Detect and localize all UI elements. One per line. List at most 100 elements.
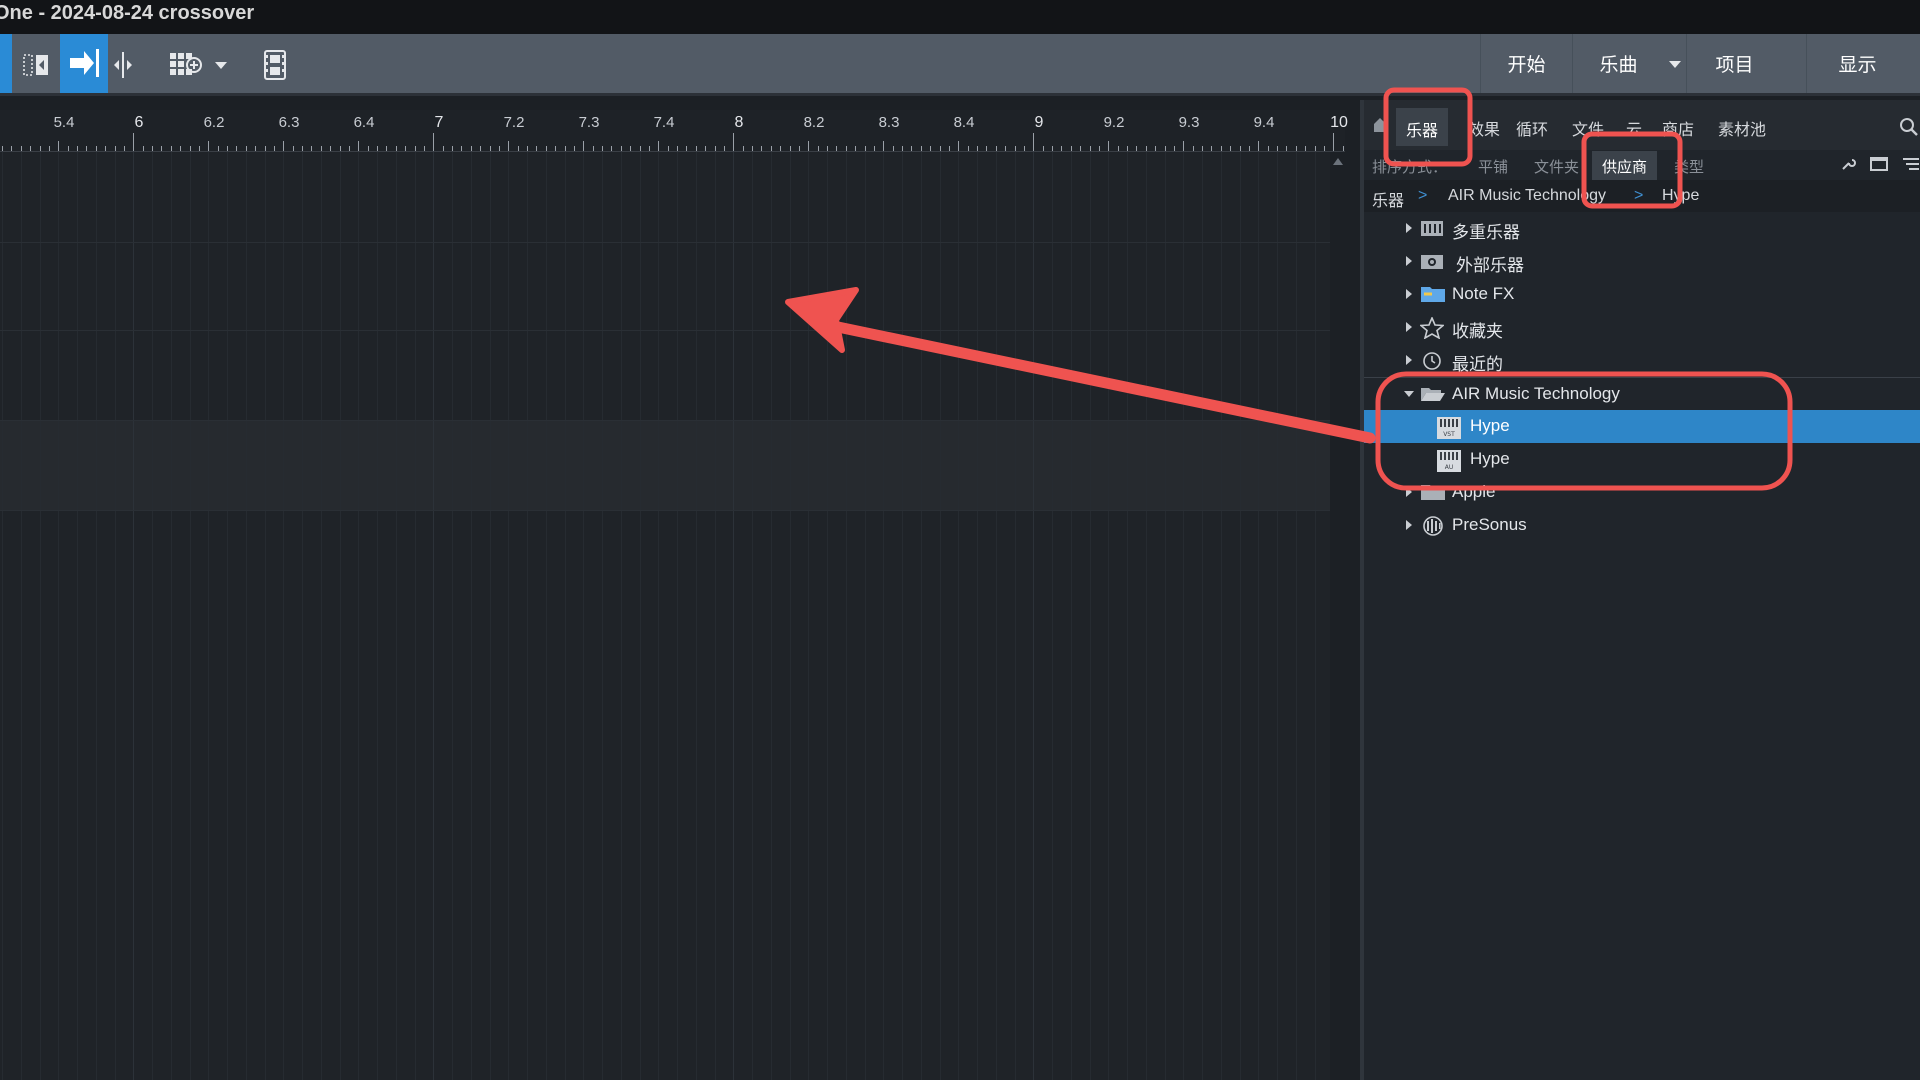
- grid-line: [771, 152, 772, 1080]
- grid-line: [865, 152, 866, 1080]
- arrange-view[interactable]: [0, 152, 1330, 1080]
- ruler-tick: [124, 146, 125, 151]
- sort-type-option[interactable]: 类型: [1674, 156, 1704, 177]
- split-center-icon: [114, 52, 132, 78]
- scroll-up-icon[interactable]: [1333, 158, 1343, 165]
- tree-item-apple[interactable]: Apple: [1364, 476, 1920, 509]
- snap-to-cursor-button[interactable]: [60, 34, 108, 93]
- tree-item-label: 多重乐器: [1452, 223, 1520, 242]
- timeline-ruler[interactable]: 5.4 6 6.2 6.3 6.4 7 7.2 7.3 7.4 8 8.2 8.3 8.4 9 9.2 9.3…: [0, 110, 1348, 152]
- nav-song-dropdown[interactable]: [1664, 34, 1686, 93]
- tree-item-multi-instruments[interactable]: 多重乐器: [1364, 212, 1920, 245]
- tree-item-recent[interactable]: 最近的: [1364, 344, 1920, 377]
- selected-track-lane[interactable]: [0, 420, 1330, 510]
- ruler-tick: [293, 146, 294, 151]
- sort-folder-option[interactable]: 文件夹: [1534, 156, 1579, 177]
- tab-shop[interactable]: 商店: [1662, 116, 1694, 140]
- tab-pool[interactable]: 素材池: [1718, 116, 1766, 140]
- grid-line: [1090, 152, 1091, 1080]
- ruler-label: 9.3: [1178, 114, 1200, 131]
- wrench-icon[interactable]: [1840, 156, 1856, 172]
- ruler-tick: [1221, 146, 1222, 151]
- grid-line: [1071, 152, 1072, 1080]
- tree-item-favorites[interactable]: 收藏夹: [1364, 311, 1920, 344]
- breadcrumb-item[interactable]: Hype: [1662, 187, 1699, 205]
- ruler-label: 8.3: [878, 114, 900, 131]
- tree-item-external-instruments[interactable]: 外部乐器: [1364, 245, 1920, 278]
- home-icon[interactable]: [1372, 114, 1386, 134]
- tab-effects[interactable]: 效果: [1468, 116, 1500, 140]
- ruler-tick: [40, 146, 41, 151]
- grid-line: [1240, 152, 1241, 1080]
- ruler-label: 6.2: [203, 114, 225, 131]
- search-icon[interactable]: [1898, 116, 1920, 138]
- ruler-tick: [1249, 146, 1250, 151]
- tab-files[interactable]: 文件: [1572, 116, 1604, 140]
- ruler-tick: [508, 141, 509, 151]
- ruler-tick: [583, 141, 584, 151]
- tab-label: 商店: [1662, 122, 1695, 139]
- tree-item-hype-au[interactable]: AU Hype: [1364, 443, 1920, 476]
- nav-project-button[interactable]: 项目: [1686, 34, 1782, 93]
- grid-line: [958, 152, 959, 1080]
- nav-song-label: 乐曲: [1599, 55, 1638, 76]
- expand-arrow-icon[interactable]: [1406, 520, 1412, 530]
- arrange-vertical-scrollbar[interactable]: [1330, 152, 1345, 1080]
- expand-arrow-icon[interactable]: [1406, 487, 1412, 497]
- tab-loops[interactable]: 循环: [1516, 116, 1548, 140]
- video-button[interactable]: [258, 44, 292, 86]
- grid-line: [883, 152, 884, 1080]
- tab-instruments[interactable]: 乐器: [1396, 108, 1449, 146]
- ruler-tick: [152, 146, 153, 151]
- tree-item-label: 最近的: [1452, 355, 1503, 374]
- grid-line: [977, 152, 978, 1080]
- ruler-tick: [433, 133, 434, 151]
- expand-arrow-icon[interactable]: [1406, 355, 1412, 365]
- expand-arrow-icon[interactable]: [1406, 322, 1412, 332]
- ruler-label: 8: [734, 114, 744, 131]
- grid-line: [621, 152, 622, 1080]
- expand-arrow-icon[interactable]: [1406, 289, 1412, 299]
- tree-item-label: 外部乐器: [1456, 256, 1524, 275]
- tree-item-presonus[interactable]: PreSonus: [1364, 509, 1920, 542]
- ruler-label: 8.2: [803, 114, 825, 131]
- tool-partial-button[interactable]: [0, 34, 12, 93]
- ruler-tick: [640, 146, 641, 151]
- list-view-icon[interactable]: [1902, 156, 1920, 172]
- sort-flat-option[interactable]: 平铺: [1478, 156, 1508, 177]
- ruler-tick: [771, 146, 772, 151]
- ruler-tick: [461, 146, 462, 151]
- expand-arrow-icon[interactable]: [1406, 223, 1412, 233]
- ruler-tick: [602, 146, 603, 151]
- tree-item-hype-vst[interactable]: VST Hype: [1364, 410, 1920, 443]
- collapse-arrow-icon[interactable]: [1404, 391, 1414, 397]
- split-tool-button[interactable]: [18, 44, 54, 86]
- ruler-tick: [208, 141, 209, 151]
- grid-dropdown-button[interactable]: [210, 44, 232, 86]
- grid-line: [583, 152, 584, 1080]
- grid-line: [1108, 152, 1109, 1080]
- ruler-tick: [1071, 146, 1072, 151]
- ruler-tick: [143, 146, 144, 151]
- tree-item-label: Apple: [1452, 482, 1496, 501]
- ruler-tick: [818, 146, 819, 151]
- browser-panel: 乐器 效果 循环 文件 云 商店 素材池 排序方式： 平铺 文件夹 供应商 类型…: [1364, 100, 1920, 1080]
- center-split-button[interactable]: [110, 44, 136, 86]
- nav-song-button[interactable]: 乐曲: [1572, 34, 1664, 93]
- nav-show-button[interactable]: 显示: [1806, 34, 1908, 93]
- grid-add-button[interactable]: [166, 44, 206, 86]
- nav-start-button[interactable]: 开始: [1480, 34, 1572, 93]
- breadcrumb-item[interactable]: 乐器: [1372, 187, 1404, 211]
- ruler-tick: [527, 146, 528, 151]
- expand-arrow-icon[interactable]: [1406, 256, 1412, 266]
- tree-item-note-fx[interactable]: Note FX: [1364, 278, 1920, 311]
- ruler-tick: [330, 146, 331, 151]
- tab-cloud[interactable]: 云: [1626, 116, 1642, 140]
- sort-vendor-option[interactable]: 供应商: [1592, 151, 1658, 182]
- ruler-label: 7.3: [578, 114, 600, 131]
- ruler-tick: [977, 146, 978, 151]
- ruler-tick: [733, 133, 734, 151]
- tree-item-air-music-technology[interactable]: AIR Music Technology: [1364, 377, 1920, 410]
- window-icon[interactable]: [1870, 156, 1888, 172]
- breadcrumb-item[interactable]: AIR Music Technology: [1448, 187, 1606, 205]
